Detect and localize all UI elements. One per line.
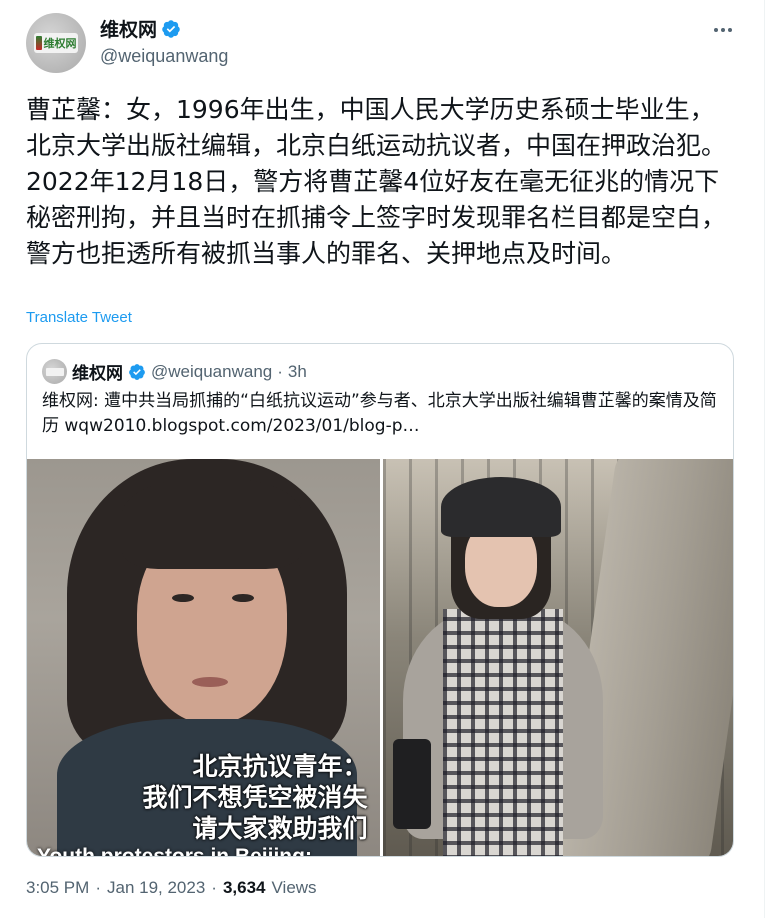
video-caption-english: Youth protestors in Beijing: <box>37 845 312 857</box>
author-info: 维权网 @weiquanwang <box>100 15 228 67</box>
more-dot <box>714 28 718 32</box>
meta-separator: · <box>211 878 217 897</box>
photo-hat-shape <box>440 477 561 537</box>
video-caption-line: 我们不想凭空被消失 <box>142 783 368 812</box>
quoted-tweet[interactable]: 维权网 @weiquanwang · 3h 维权网: 遭中共当局抓捕的“白纸抗议… <box>26 343 734 857</box>
avatar-logo-mark <box>35 36 42 50</box>
video-caption-line: 北京抗议青年： <box>192 752 368 781</box>
translate-tweet-link[interactable]: Translate Tweet <box>26 309 132 326</box>
quoted-tweet-header: 维权网 @weiquanwang · 3h <box>42 359 307 384</box>
video-caption-line: 请大家救助我们 <box>192 814 368 843</box>
author-name[interactable]: 维权网 <box>100 15 157 42</box>
quoted-author-handle: @weiquanwang <box>151 361 273 381</box>
photo-bag-shape <box>392 739 431 829</box>
quoted-media: 北京抗议青年： 我们不想凭空被消失 请大家救助我们 Youth protesto… <box>27 459 733 857</box>
tweet-date[interactable]: Jan 19, 2023 <box>107 878 205 898</box>
more-dot <box>721 28 725 32</box>
photo-dress-shape <box>442 609 563 856</box>
tweet-time[interactable]: 3:05 PM <box>26 878 89 898</box>
quoted-timestamp: 3h <box>287 361 307 381</box>
photo-bangs-shape <box>122 479 302 569</box>
verified-badge-icon <box>162 19 180 38</box>
quoted-separator: · <box>277 361 283 381</box>
views-label: Views <box>271 878 317 897</box>
tweet-text: 曹芷馨：女，1996年出生，中国人民大学历史系硕士毕业生，北京大学出版社编辑，北… <box>26 95 727 268</box>
avatar-logo: 维权网 <box>34 33 78 53</box>
photo-eye-shape <box>172 594 194 602</box>
author-name-row: 维权网 <box>100 15 228 42</box>
tweet: 维权网 维权网 @weiquanwang 曹芷馨：女，1996年出生，中国人民大… <box>0 0 765 918</box>
more-dot <box>728 28 732 32</box>
quoted-author-name: 维权网 <box>72 364 123 383</box>
quoted-avatar-logo <box>45 367 64 376</box>
media-photo-left[interactable]: 北京抗议青年： 我们不想凭空被消失 请大家救助我们 Youth protesto… <box>27 459 380 857</box>
quoted-tweet-text: 维权网: 遭中共当局抓捕的“白纸抗议运动”参与者、北京大学出版社编辑曹芷馨的案情… <box>42 391 717 436</box>
author-avatar[interactable]: 维权网 <box>26 13 86 73</box>
avatar-logo-text: 维权网 <box>43 37 77 50</box>
meta-separator: · <box>95 878 101 897</box>
photo-eye-shape <box>232 594 254 602</box>
photo-mouth-shape <box>192 677 228 687</box>
quoted-author-avatar <box>42 359 67 384</box>
tweet-meta: 3:05 PM · Jan 19, 2023 · 3,634 Views <box>26 878 317 898</box>
views-count: 3,634 <box>222 878 266 897</box>
more-horizontal-icon[interactable] <box>706 20 740 40</box>
verified-badge-icon <box>129 363 145 380</box>
author-handle[interactable]: @weiquanwang <box>100 46 228 67</box>
video-caption: 北京抗议青年： 我们不想凭空被消失 请大家救助我们 <box>142 751 367 844</box>
media-photo-right[interactable] <box>382 459 733 856</box>
